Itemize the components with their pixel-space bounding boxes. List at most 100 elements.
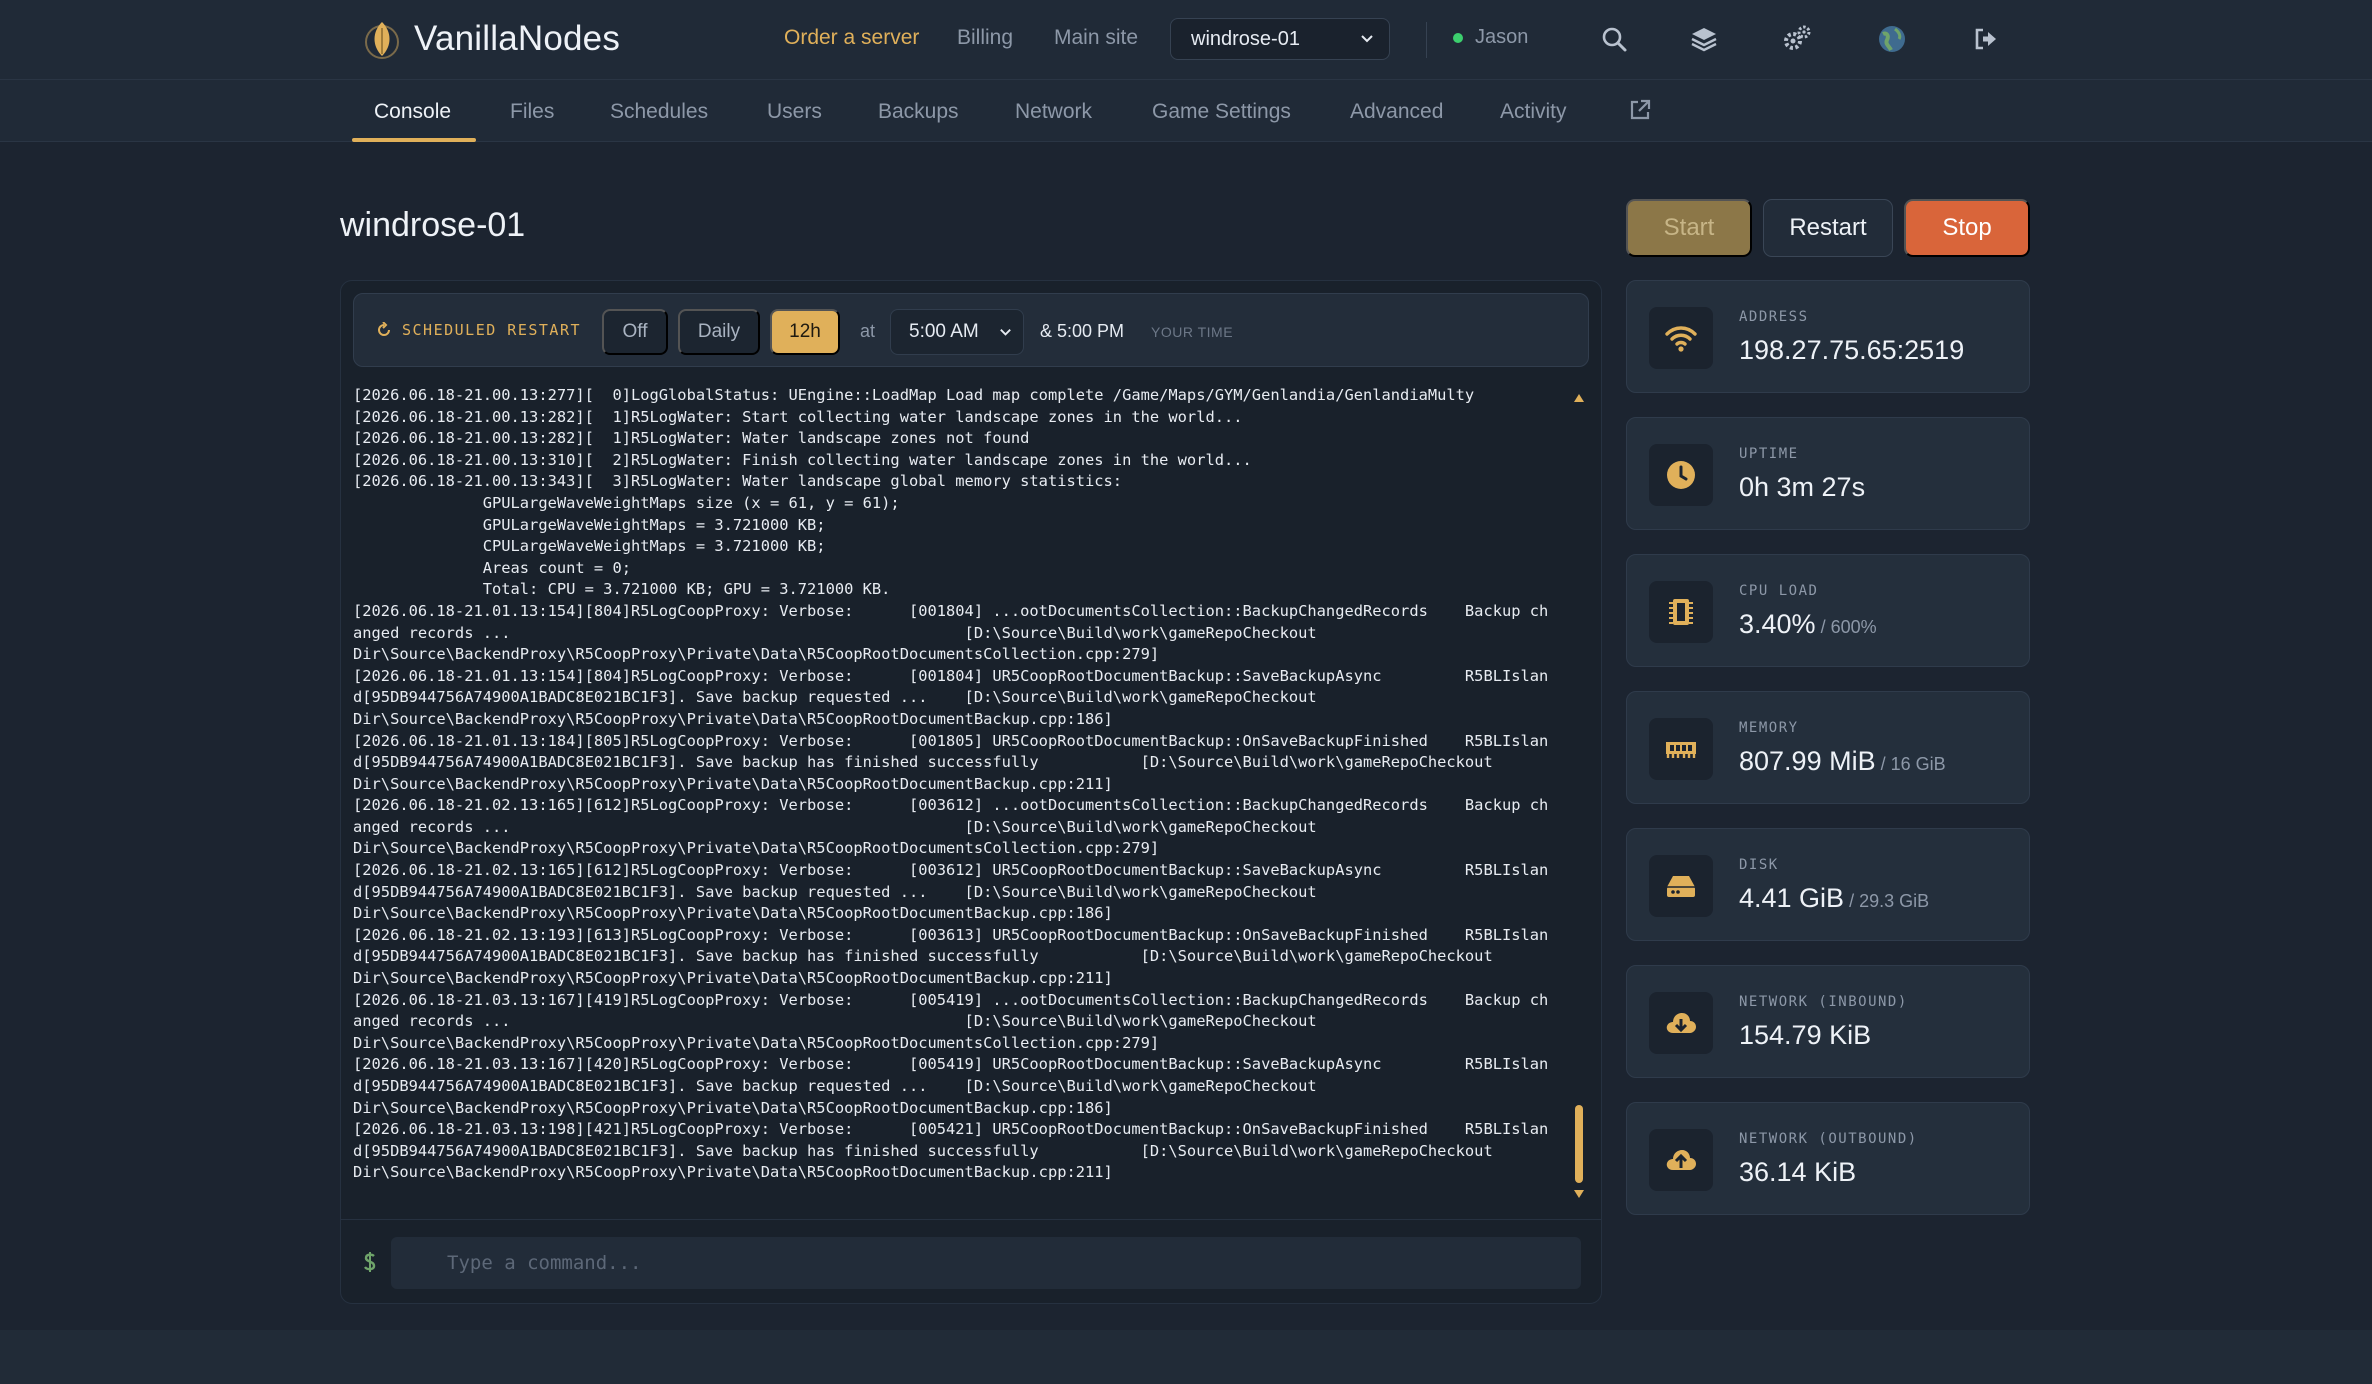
console-line: Dir\Source\BackendProxy\R5CoopProxy\Priv… — [353, 645, 1160, 664]
logout-icon[interactable] — [1971, 24, 2001, 54]
console-line: [2026.06.18-21.00.13:282][ 1]R5LogWater:… — [353, 429, 1030, 448]
search-icon[interactable] — [1599, 24, 1629, 54]
cpu-icon-box — [1649, 581, 1713, 643]
nav-order-server[interactable]: Order a server — [784, 26, 919, 50]
scroll-up-arrow-icon[interactable] — [1573, 393, 1585, 403]
tab-game-settings[interactable]: Game Settings — [1152, 100, 1291, 124]
nav-billing[interactable]: Billing — [957, 26, 1013, 50]
server-select[interactable]: windrose-01 — [1170, 18, 1390, 60]
console-line: [2026.06.18-21.00.13:310][ 2]R5LogWater:… — [353, 450, 1252, 469]
console-line: GPULargeWaveWeightMaps = 3.721000 KB; — [353, 515, 826, 534]
tab-network[interactable]: Network — [1015, 100, 1092, 124]
console-line: Areas count = 0; — [353, 558, 631, 577]
console-line: Dir\Source\BackendProxy\R5CoopProxy\Priv… — [353, 1098, 1113, 1117]
tab-advanced[interactable]: Advanced — [1350, 100, 1443, 124]
tab-schedules[interactable]: Schedules — [610, 100, 708, 124]
scroll-down-arrow-icon[interactable] — [1573, 1189, 1585, 1199]
external-link-icon[interactable] — [1628, 98, 1652, 122]
console-line: d[95DB944756A74900A1BADC8E021BC1F3]. Sav… — [353, 1077, 1317, 1095]
your-time-label: YOUR TIME — [1151, 324, 1234, 340]
console-line: [2026.06.18-21.00.13:282][ 1]R5LogWater:… — [353, 407, 1243, 426]
tab-users[interactable]: Users — [767, 100, 822, 124]
console-line: [2026.06.18-21.03.13:167][420]R5LogCoopP… — [353, 1055, 1549, 1074]
chevron-down-icon — [1000, 329, 1011, 336]
disk-value: 4.41 GiB — [1739, 883, 1845, 913]
memory-icon-box — [1649, 718, 1713, 780]
console-line: [2026.06.18-21.02.13:193][613]R5LogCoopP… — [353, 925, 1549, 944]
nav-main-site[interactable]: Main site — [1054, 26, 1138, 50]
start-button[interactable]: Start — [1626, 199, 1752, 257]
console-output[interactable]: [2026.06.18-21.00.13:277][ 0]LogGlobalSt… — [353, 385, 1569, 1185]
console-line: [2026.06.18-21.01.13:184][805]R5LogCoopP… — [353, 731, 1549, 750]
tab-files[interactable]: Files — [510, 100, 554, 124]
cpu-load-value: 3.40% — [1739, 609, 1816, 639]
uptime-card: UPTIME 0h 3m 27s — [1626, 417, 2030, 530]
console-line: [2026.06.18-21.03.13:167][419]R5LogCoopP… — [353, 990, 1549, 1009]
console-line: anged records ... [D:\Source\Build\work\… — [353, 623, 1317, 642]
server-tab-bar: Console Files Schedules Users Backups Ne… — [0, 80, 2372, 142]
stop-button[interactable]: Stop — [1904, 199, 2030, 257]
scheduled-restart-bar: SCHEDULED RESTART Off Daily 12h at 5:00 … — [353, 293, 1589, 367]
network-outbound-card: NETWORK (OUTBOUND) 36.14 KiB — [1626, 1102, 2030, 1215]
user-status[interactable]: Jason — [1453, 26, 1528, 49]
console-line: CPULargeWaveWeightMaps = 3.721000 KB; — [353, 537, 826, 556]
restart-option-12h[interactable]: 12h — [770, 309, 840, 355]
disk-value-row: 4.41 GiB / 29.3 GiB — [1739, 883, 1929, 914]
tab-backups[interactable]: Backups — [878, 100, 959, 124]
restart-option-off[interactable]: Off — [602, 309, 668, 355]
disk-icon-box — [1649, 855, 1713, 917]
globe-avatar-icon[interactable] — [1877, 24, 1907, 54]
online-status-dot — [1453, 32, 1463, 43]
memory-value: 807.99 MiB — [1739, 746, 1876, 776]
uptime-icon-box — [1649, 444, 1713, 506]
clock-icon — [1667, 461, 1695, 489]
address-icon-box — [1649, 307, 1713, 369]
console-line: GPULargeWaveWeightMaps size (x = 61, y =… — [353, 493, 900, 512]
restart-time-select[interactable]: 5:00 AM — [890, 309, 1024, 355]
console-line: [2026.06.18-21.03.13:198][421]R5LogCoopP… — [353, 1120, 1549, 1139]
restart-option-daily[interactable]: Daily — [678, 309, 760, 355]
console-line: Dir\Source\BackendProxy\R5CoopProxy\Priv… — [353, 709, 1113, 728]
console-line: [2026.06.18-21.00.13:277][ 0]LogGlobalSt… — [353, 386, 1475, 404]
disk-card: DISK 4.41 GiB / 29.3 GiB — [1626, 828, 2030, 941]
uptime-label: UPTIME — [1739, 446, 1799, 462]
network-outbound-icon-box — [1649, 1129, 1713, 1191]
brand-name: VanillaNodes — [414, 19, 621, 58]
address-value[interactable]: 198.27.75.65:2519 — [1739, 335, 1964, 366]
scheduled-restart-text: SCHEDULED RESTART — [402, 321, 582, 339]
console-scrollbar-thumb[interactable] — [1575, 1105, 1583, 1183]
console-line: Dir\Source\BackendProxy\R5CoopProxy\Priv… — [353, 969, 1113, 988]
memory-limit: / 16 GiB — [1875, 754, 1946, 774]
tab-console[interactable]: Console — [374, 100, 451, 124]
command-input[interactable] — [391, 1237, 1581, 1289]
at-label: at — [860, 321, 876, 341]
memory-value-row: 807.99 MiB / 16 GiB — [1739, 746, 1946, 777]
cpu-load-card: CPU LOAD 3.40% / 600% — [1626, 554, 2030, 667]
disk-label: DISK — [1739, 857, 1779, 873]
address-card[interactable]: ADDRESS 198.27.75.65:2519 — [1626, 280, 2030, 393]
wifi-icon — [1665, 326, 1697, 352]
console-line: d[95DB944756A74900A1BADC8E021BC1F3]. Sav… — [353, 947, 1493, 966]
restart-button[interactable]: Restart — [1763, 199, 1893, 257]
console-line: Dir\Source\BackendProxy\R5CoopProxy\Priv… — [353, 839, 1160, 858]
console-line: Dir\Source\BackendProxy\R5CoopProxy\Priv… — [353, 774, 1113, 793]
cloud-upload-icon — [1666, 1150, 1696, 1170]
network-inbound-card: NETWORK (INBOUND) 154.79 KiB — [1626, 965, 2030, 1078]
tab-activity[interactable]: Activity — [1500, 100, 1567, 124]
network-outbound-label: NETWORK (OUTBOUND) — [1739, 1131, 1918, 1147]
dollar-prompt-icon — [364, 1252, 376, 1272]
cpu-icon — [1669, 599, 1693, 625]
console-line: anged records ... [D:\Source\Build\work\… — [353, 1012, 1317, 1031]
gears-icon[interactable] — [1782, 24, 1812, 54]
console-panel: SCHEDULED RESTART Off Daily 12h at 5:00 … — [340, 280, 1602, 1304]
layers-icon[interactable] — [1689, 24, 1719, 54]
console-line: anged records ... [D:\Source\Build\work\… — [353, 817, 1317, 836]
cloud-download-icon — [1666, 1013, 1696, 1033]
chevron-down-icon — [1361, 35, 1373, 43]
network-outbound-value: 36.14 KiB — [1739, 1157, 1857, 1187]
brand-logo[interactable]: VanillaNodes — [362, 14, 620, 64]
network-inbound-label: NETWORK (INBOUND) — [1739, 994, 1908, 1010]
console-line: Dir\Source\BackendProxy\R5CoopProxy\Priv… — [353, 1163, 1113, 1182]
disk-limit: / 29.3 GiB — [1844, 891, 1930, 911]
refresh-icon — [378, 322, 390, 336]
